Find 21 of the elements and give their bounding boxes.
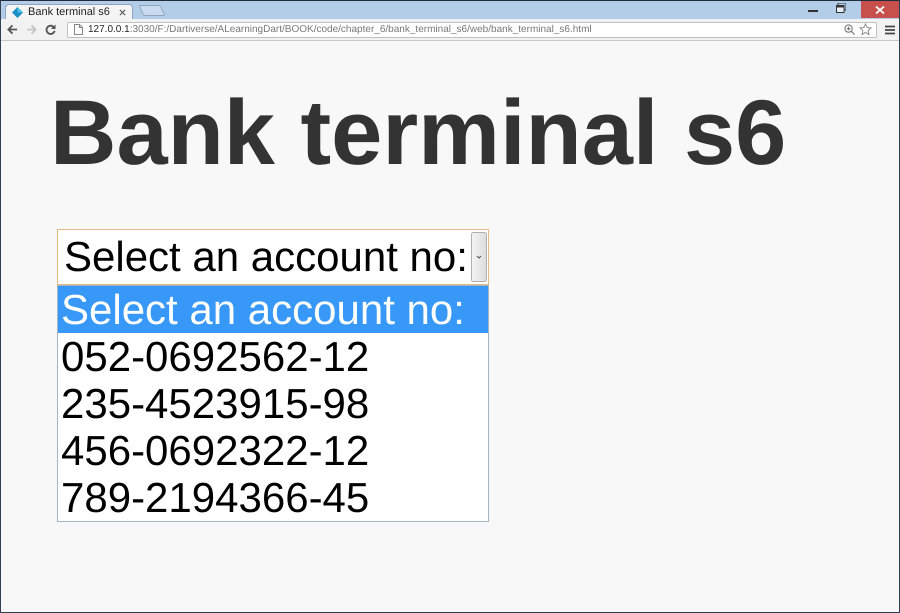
zoom-in-icon[interactable] [844, 24, 855, 35]
page-icon [74, 24, 83, 35]
chevron-down-icon [471, 232, 487, 282]
browser-tab[interactable]: Bank terminal s6 [5, 4, 133, 19]
account-option[interactable]: 235-4523915-98 [58, 380, 488, 427]
star-icon[interactable] [859, 23, 872, 36]
account-option[interactable]: 052-0692562-12 [58, 333, 488, 380]
reload-icon[interactable] [45, 24, 56, 35]
url-text: 127.0.0.1:3030/F:/Dartiverse/ALearningDart/BOOK/code/chapter_6/bank_terminal_s6/web/bank_terminal_s6.html [88, 24, 592, 35]
maximize-icon[interactable] [836, 3, 846, 13]
page-heading: Bank terminal s6 [50, 81, 788, 186]
account-option[interactable]: 456-0692322-12 [58, 427, 488, 474]
menu-icon[interactable] [885, 24, 895, 34]
address-bar[interactable]: 127.0.0.1:3030/F:/Dartiverse/ALearningDart/BOOK/code/chapter_6/bank_terminal_s6/web/bank_terminal_s6.html [67, 22, 877, 38]
close-icon[interactable] [119, 8, 126, 16]
back-arrow-icon[interactable] [7, 24, 18, 35]
close-icon [875, 6, 885, 14]
close-button[interactable] [861, 1, 899, 18]
diamond-icon [12, 6, 23, 18]
account-option[interactable]: 789-2194366-45 [58, 474, 488, 521]
account-select[interactable]: Select an account no: [57, 229, 489, 285]
